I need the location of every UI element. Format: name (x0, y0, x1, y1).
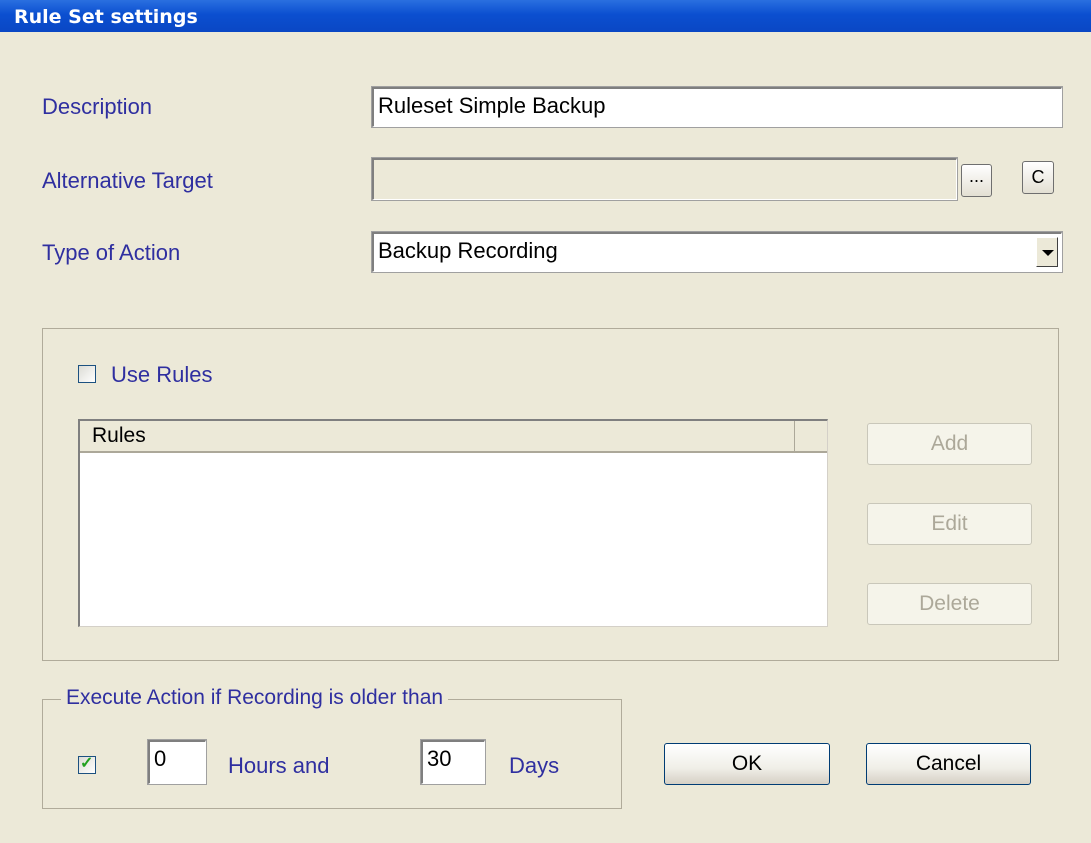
edit-rule-button[interactable]: Edit (867, 503, 1032, 545)
alternative-target-input[interactable] (371, 157, 958, 201)
cancel-button[interactable]: Cancel (866, 743, 1031, 785)
alternative-target-label: Alternative Target (42, 168, 213, 193)
delete-rule-button[interactable]: Delete (867, 583, 1032, 625)
rules-list[interactable]: Rules (78, 419, 828, 627)
window-title: Rule Set settings (14, 6, 198, 28)
clear-target-button[interactable]: C (1022, 161, 1054, 194)
description-label: Description (42, 94, 153, 119)
execute-group-label: Execute Action if Recording is older tha… (61, 686, 449, 710)
add-rule-button[interactable]: Add (867, 423, 1032, 465)
title-bar[interactable]: Rule Set settings (0, 0, 1091, 32)
action-type-select[interactable]: Backup Recording (371, 231, 1063, 273)
days-input[interactable]: 30 (420, 739, 486, 785)
rules-column-header[interactable]: Rules (80, 421, 794, 453)
browse-button[interactable]: ... (961, 164, 992, 197)
action-type-value: Backup Recording (378, 238, 558, 263)
hours-input[interactable]: 0 (147, 739, 207, 785)
use-rules-label: Use Rules (111, 362, 213, 387)
use-rules-checkbox[interactable] (78, 365, 96, 383)
execute-enabled-checkbox[interactable]: ✓ (78, 755, 96, 774)
rules-column-spacer (794, 421, 827, 453)
description-input[interactable]: Ruleset Simple Backup (371, 86, 1063, 128)
ok-button[interactable]: OK (664, 743, 830, 785)
chevron-down-icon[interactable] (1036, 237, 1058, 267)
hours-label: Hours and (228, 753, 330, 778)
days-label: Days (509, 753, 560, 778)
check-icon: ✓ (80, 755, 94, 772)
action-type-label: Type of Action (42, 240, 181, 265)
